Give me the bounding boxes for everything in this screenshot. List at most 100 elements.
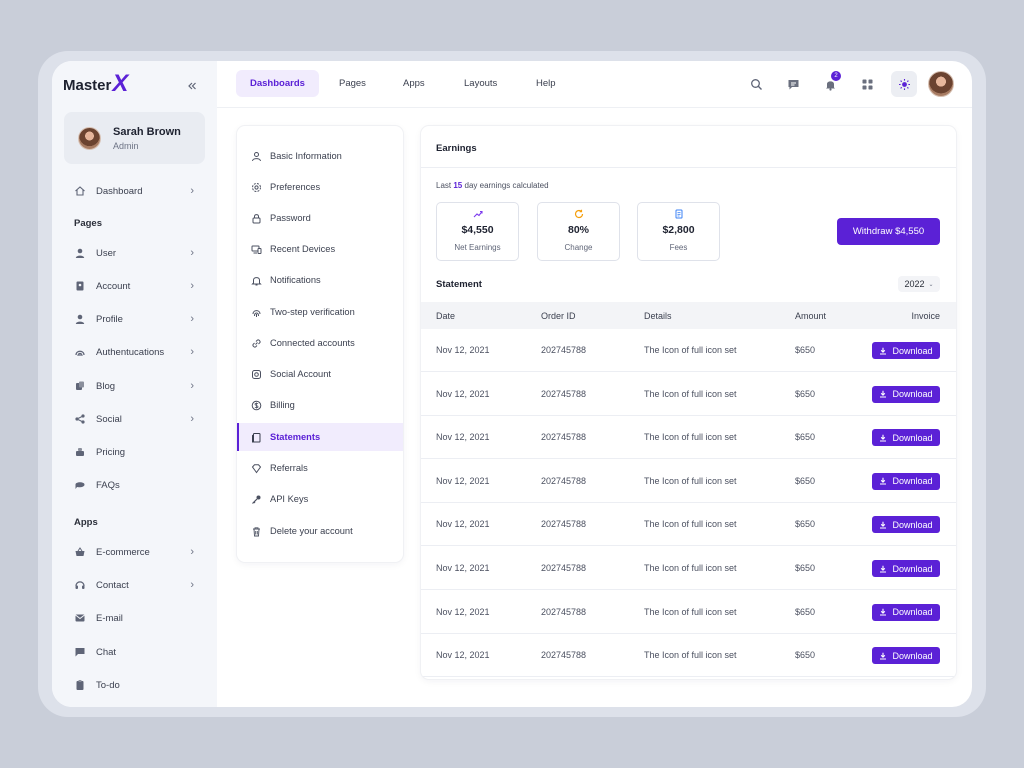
table-row: Nov 12, 2021 202745788 The Icon of full ic… xyxy=(421,373,956,416)
sidebar-item-label: Contact xyxy=(96,579,129,591)
theme-toggle-button[interactable] xyxy=(891,71,917,97)
earnings-title: Earnings xyxy=(436,143,477,154)
collapse-sidebar-button[interactable] xyxy=(184,78,200,94)
instagram-icon xyxy=(250,368,262,380)
search-button[interactable] xyxy=(745,73,767,95)
sidebar: Master X Sarah Brown Admin Dashboard › P… xyxy=(52,61,217,707)
settings-item-password[interactable]: Password xyxy=(237,204,403,232)
gear-icon xyxy=(250,181,262,193)
sidebar-item-user[interactable]: User › xyxy=(74,244,194,262)
cell-details: The Icon of full icon set xyxy=(644,563,737,573)
sidebar-item-social[interactable]: Social › xyxy=(74,410,194,428)
sidebar-item-faqs[interactable]: FAQs xyxy=(74,476,194,494)
settings-item-two-step-verification[interactable]: Two-step verification xyxy=(237,298,403,326)
settings-item-label: Billing xyxy=(270,400,295,410)
messages-button[interactable] xyxy=(782,73,804,95)
download-button[interactable]: Download xyxy=(872,429,940,447)
cell-order-id: 202745788 xyxy=(541,475,587,486)
settings-item-label: Notifications xyxy=(270,275,321,285)
mail-icon xyxy=(74,612,86,624)
settings-item-recent-devices[interactable]: Recent Devices xyxy=(237,235,403,263)
notifications-button[interactable]: 2 xyxy=(819,71,841,95)
settings-item-connected-accounts[interactable]: Connected accounts xyxy=(237,329,403,357)
sidebar-item-todo[interactable]: To-do xyxy=(74,676,194,694)
chat-bubble-icon xyxy=(74,479,86,491)
settings-item-label: API Keys xyxy=(270,494,309,504)
document-icon xyxy=(250,431,262,443)
diamond-icon xyxy=(250,462,262,474)
brand-name: Master xyxy=(63,77,112,94)
download-button[interactable]: Download xyxy=(872,603,940,621)
chevron-right-icon: › xyxy=(190,247,194,259)
download-button[interactable]: Download xyxy=(872,472,940,490)
download-button[interactable]: Download xyxy=(872,560,940,577)
settings-item-delete-account[interactable]: Delete your account xyxy=(237,517,403,545)
home-icon xyxy=(74,185,86,197)
basket-icon xyxy=(74,546,86,558)
message-icon xyxy=(788,79,798,89)
profile-icon xyxy=(74,313,86,325)
sidebar-item-label: Blog xyxy=(96,380,116,392)
settings-item-referrals[interactable]: Referrals xyxy=(237,454,403,482)
cell-date: Nov 12, 2021 xyxy=(436,388,490,399)
cell-order-id: 202745788 xyxy=(541,650,587,661)
settings-menu: Basic Information Preferences Password R… xyxy=(237,126,403,562)
sidebar-item-dashboard[interactable]: Dashboard › xyxy=(74,182,194,200)
settings-item-label: Statements xyxy=(270,432,321,442)
download-label: Download xyxy=(892,563,933,574)
tab-dashboards[interactable]: Dashboards xyxy=(236,70,319,97)
brand-logo[interactable]: Master X xyxy=(63,70,129,97)
download-button[interactable]: Download xyxy=(872,342,940,359)
download-button[interactable]: Download xyxy=(872,385,940,403)
earnings-panel: Earnings Last 15 day earnings calculated… xyxy=(421,126,956,679)
user-name: Sarah Brown xyxy=(113,125,181,138)
sidebar-item-account[interactable]: Account › xyxy=(74,277,194,295)
withdraw-button[interactable]: Withdraw $4,550 xyxy=(837,218,940,245)
pricing-icon xyxy=(74,446,86,458)
sun-icon xyxy=(898,78,910,90)
year-select[interactable]: 2022 ⌄ xyxy=(898,276,940,292)
subtitle-prefix: Last xyxy=(436,181,452,190)
tab-apps[interactable]: Apps xyxy=(389,70,439,97)
sidebar-item-authentications[interactable]: Authentucations › xyxy=(74,343,194,361)
apps-grid-button[interactable] xyxy=(856,73,878,95)
settings-item-statements[interactable]: Statements xyxy=(237,423,403,451)
settings-item-social-account[interactable]: Social Account xyxy=(237,360,403,388)
cell-date: Nov 12, 2021 xyxy=(436,432,490,443)
download-icon xyxy=(880,390,887,398)
sidebar-item-ecommerce[interactable]: E-commerce › xyxy=(74,543,194,561)
settings-item-basic-information[interactable]: Basic Information xyxy=(237,142,403,170)
divider xyxy=(421,167,956,168)
cell-order-id: 202745788 xyxy=(541,345,587,355)
receipt-icon xyxy=(674,209,684,221)
settings-item-notifications[interactable]: Notifications xyxy=(237,266,403,294)
settings-item-preferences[interactable]: Preferences xyxy=(237,173,403,201)
sidebar-item-blog[interactable]: Blog › xyxy=(74,377,194,395)
sidebar-item-contact[interactable]: Contact › xyxy=(74,576,194,594)
download-icon xyxy=(880,652,887,660)
sidebar-item-profile[interactable]: Profile › xyxy=(74,310,194,328)
user-card[interactable]: Sarah Brown Admin xyxy=(64,112,205,164)
user-avatar-button[interactable] xyxy=(928,71,954,97)
settings-item-api-keys[interactable]: API Keys xyxy=(237,485,403,513)
download-button[interactable]: Download xyxy=(872,647,940,665)
column-header-invoice: Invoice xyxy=(911,310,940,321)
sidebar-item-email[interactable]: E-mail xyxy=(74,609,194,627)
settings-item-label: Two-step verification xyxy=(270,307,355,317)
statement-title: Statement xyxy=(436,279,482,290)
sidebar-item-pricing[interactable]: Pricing xyxy=(74,443,194,461)
cell-date: Nov 12, 2021 xyxy=(436,650,490,661)
sidebar-item-chat[interactable]: Chat xyxy=(74,643,194,661)
tab-pages[interactable]: Pages xyxy=(325,70,380,97)
tab-help[interactable]: Help xyxy=(522,70,570,97)
settings-item-label: Preferences xyxy=(270,182,321,192)
download-button[interactable]: Download xyxy=(872,516,940,534)
sidebar-item-label: Authentucations xyxy=(96,346,165,358)
app-window: Master X Sarah Brown Admin Dashboard › P… xyxy=(52,61,972,707)
settings-item-billing[interactable]: Billing xyxy=(237,391,403,419)
user-icon xyxy=(74,247,86,259)
cell-date: Nov 12, 2021 xyxy=(436,563,490,573)
brand-mark: X xyxy=(112,70,129,97)
tab-layouts[interactable]: Layouts xyxy=(450,70,511,97)
download-label: Download xyxy=(892,519,933,530)
